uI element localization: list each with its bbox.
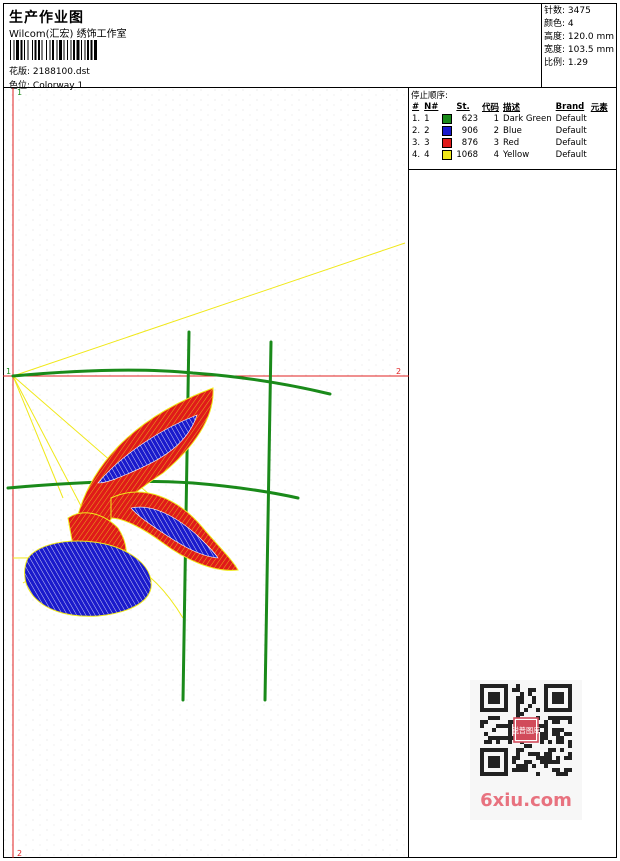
marker-top: 1 — [17, 88, 22, 97]
design-value: 2188100.dst — [32, 67, 90, 77]
page-title: 生产作业图 — [9, 10, 84, 26]
col-code: 代码 — [482, 103, 500, 113]
watermark: 锐普图库 6xiu.com — [470, 680, 582, 820]
watermark-text: 6xiu.com — [480, 790, 572, 811]
barcode — [10, 40, 97, 60]
stitch-count: 针数: 3475 — [544, 6, 591, 16]
design-line: 花版: 2188100.dst — [9, 64, 90, 77]
studio-name: Wilcom(汇宏) 绣饰工作室 — [9, 29, 127, 40]
stop-sequence-title: 停止顺序: — [411, 91, 448, 101]
stop-row: 2. 2 906 2 Blue Default — [412, 125, 587, 136]
stop-row: 3. 3 876 3 Red Default — [412, 137, 587, 148]
header: 生产作业图 Wilcom(汇宏) 绣饰工作室 花版: 2188100.dst 色… — [3, 3, 617, 91]
marker-bottom: 2 — [17, 849, 22, 858]
marker-left: 1 — [6, 367, 11, 376]
design-width: 宽度: 103.5 mm — [544, 45, 615, 55]
seal-text: 锐普图库 — [512, 726, 541, 735]
color-swatch — [442, 125, 453, 136]
design-canvas: 1 1 2 2 — [3, 88, 409, 858]
col-swatch — [440, 101, 454, 113]
design-stats: 针数: 3475 颜色: 4 高度: 120.0 mm 宽度: 103.5 mm… — [541, 3, 617, 88]
stop-header-row: # N# St. 代码 描述 Brand 元素 — [410, 101, 610, 113]
color-swatch — [442, 113, 453, 124]
color-swatch — [442, 137, 453, 148]
color-swatch — [442, 149, 453, 160]
stop-row: 1. 1 623 1 Dark Green Default — [412, 113, 587, 124]
col-stitches: St. — [456, 102, 470, 112]
col-description: 描述 — [503, 103, 521, 113]
col-element: 元素 — [590, 103, 608, 113]
col-index: # — [412, 102, 420, 112]
col-needle: N# — [424, 102, 439, 112]
stop-sequence-panel: 停止顺序: # N# St. 代码 描述 Brand 元素 1. 1 623 1… — [409, 88, 617, 170]
col-brand: Brand — [555, 102, 585, 112]
stop-row: 4. 4 1068 4 Yellow Default — [412, 149, 587, 160]
embroidery-preview: 1 1 2 2 — [3, 88, 409, 858]
color-count: 颜色: 4 — [544, 19, 574, 29]
qr-code: 锐普图库 — [480, 684, 572, 776]
design-label: 花版: — [9, 67, 31, 77]
design-height: 高度: 120.0 mm — [544, 32, 615, 42]
stop-sequence-table: # N# St. 代码 描述 Brand 元素 1. 1 623 1 Dark … — [410, 101, 610, 161]
marker-right: 2 — [396, 367, 401, 376]
design-scale: 比例: 1.29 — [544, 58, 588, 68]
